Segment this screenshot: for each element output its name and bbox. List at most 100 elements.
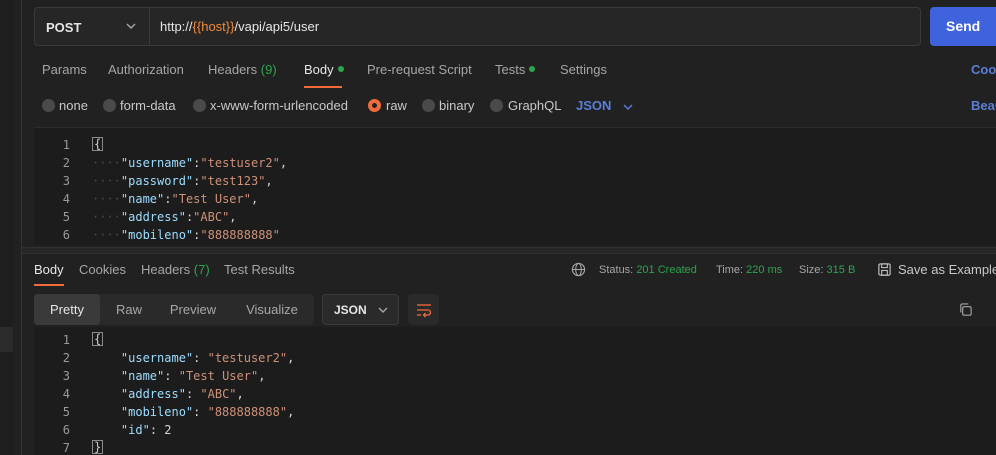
tab-settings[interactable]: Settings (560, 62, 607, 77)
chevron-down-icon[interactable] (622, 101, 634, 113)
code-line: "id": 2 (120, 423, 172, 437)
code-line: ····"mobileno":"888888888" (92, 228, 280, 242)
json-key: "username" (120, 156, 194, 170)
json-value: "testuser2" (200, 156, 280, 170)
time-value: 220 ms (746, 264, 783, 276)
line-number: 2 (62, 156, 70, 170)
url-input[interactable]: http://{{host}}/vapi/api5/user (150, 7, 921, 46)
code-line: { (92, 137, 104, 151)
left-sidebar-strip (0, 0, 13, 455)
json-key: "address" (120, 387, 186, 401)
response-format-select[interactable]: JSON (322, 294, 399, 325)
tab-headers-label: Headers (208, 62, 258, 77)
size-label: Size: (799, 264, 824, 276)
tab-body[interactable]: Body (304, 62, 344, 77)
code-line: ····"username":"testuser2", (92, 156, 288, 170)
code-line: } (92, 440, 104, 454)
sidebar-selection (0, 327, 13, 352)
json-key: "name" (120, 192, 165, 206)
code-line: ····"address":"ABC", (92, 210, 237, 224)
response-format-label: JSON (334, 303, 367, 317)
view-visualize-button[interactable]: Visualize (230, 294, 314, 325)
line-number: 3 (62, 369, 70, 383)
json-value: "ABC" (200, 387, 237, 401)
radio-raw[interactable] (368, 99, 381, 112)
code-line: "mobileno": "888888888", (120, 405, 295, 419)
url-text: http://{{host}}/vapi/api5/user (160, 19, 319, 34)
json-value: "testuser2" (207, 351, 288, 365)
response-tab-body[interactable]: Body (34, 262, 64, 277)
radio-graphql[interactable] (490, 99, 503, 112)
json-key: "name" (120, 369, 165, 383)
size-indicator[interactable]: Size: 315 B (799, 264, 855, 276)
request-body-editor[interactable]: 1 2 3 4 5 6 { ····"username":"testuser2"… (34, 127, 996, 245)
status-value: 201 Created (636, 264, 697, 276)
tab-prerequest-script[interactable]: Pre-request Script (367, 62, 472, 77)
tab-headers[interactable]: Headers (9) (208, 62, 277, 77)
radio-none-label[interactable]: none (59, 98, 88, 113)
tab-tests-label: Tests (495, 62, 526, 77)
radio-urlencoded-label[interactable]: x-www-form-urlencoded (210, 98, 348, 113)
radio-urlencoded[interactable] (193, 99, 206, 112)
json-value: 2 (164, 423, 172, 437)
time-indicator[interactable]: Time: 220 ms (716, 264, 782, 276)
url-prefix: http:// (160, 19, 193, 34)
save-as-example-button[interactable]: Save as Example (898, 262, 996, 277)
json-comma: , (258, 369, 266, 383)
globe-icon[interactable] (571, 262, 586, 277)
tab-params[interactable]: Params (42, 62, 87, 77)
line-number: 4 (62, 387, 70, 401)
cookies-link[interactable]: Cook (971, 62, 996, 77)
close-brace: } (92, 440, 104, 454)
resize-divider[interactable] (22, 247, 996, 254)
radio-form-data[interactable] (103, 99, 116, 112)
tab-body-label: Body (304, 62, 334, 77)
json-value: "888888888" (200, 228, 280, 242)
send-button[interactable]: Send (930, 7, 996, 46)
method-select[interactable]: POST (34, 7, 150, 46)
status-indicator[interactable]: Status: 201 Created (599, 264, 697, 276)
json-comma: , (287, 405, 295, 419)
line-number: 5 (62, 210, 70, 224)
radio-form-data-label[interactable]: form-data (120, 98, 176, 113)
raw-format-select[interactable]: JSON (576, 98, 611, 113)
code-line: ····"password":"test123", (92, 174, 273, 188)
response-tab-test-results[interactable]: Test Results (224, 262, 295, 277)
json-key: "mobileno" (120, 405, 194, 419)
tab-authorization[interactable]: Authorization (108, 62, 184, 77)
view-preview-button[interactable]: Preview (160, 294, 226, 325)
time-label: Time: (716, 264, 744, 276)
json-comma: , (279, 156, 288, 170)
send-label: Send (946, 18, 981, 34)
code-line: "username": "testuser2", (120, 351, 295, 365)
view-pretty-button[interactable]: Pretty (34, 294, 100, 325)
line-number-gutter: 1 2 3 4 5 6 (34, 128, 78, 245)
line-number: 6 (62, 228, 70, 242)
wrap-lines-button[interactable] (408, 294, 439, 325)
status-label: Status: (599, 264, 634, 276)
copy-icon[interactable] (958, 302, 973, 317)
url-suffix: /vapi/api5/user (234, 19, 320, 34)
json-comma: , (250, 192, 259, 206)
line-number-gutter: 1 2 3 4 5 6 7 (34, 327, 78, 455)
url-variable: {{host}} (192, 19, 235, 34)
line-number: 6 (62, 423, 70, 437)
beautify-link[interactable]: Beau (971, 98, 996, 113)
radio-raw-label[interactable]: raw (386, 98, 407, 113)
response-tab-cookies[interactable]: Cookies (79, 262, 126, 277)
response-body-viewer[interactable]: 1 2 3 4 5 6 7 { "username": "testuser2",… (34, 327, 996, 455)
wrap-lines-icon (417, 304, 432, 318)
json-comma: , (265, 174, 273, 188)
response-tab-headers-label: Headers (141, 262, 191, 277)
radio-none[interactable] (42, 99, 55, 112)
radio-binary[interactable] (422, 99, 435, 112)
response-tab-headers[interactable]: Headers (7) (141, 262, 210, 277)
view-raw-button[interactable]: Raw (104, 294, 154, 325)
radio-binary-label[interactable]: binary (439, 98, 474, 113)
tab-tests[interactable]: Tests (495, 62, 536, 77)
json-key: "username" (120, 351, 194, 365)
save-icon[interactable] (877, 262, 892, 277)
line-number: 1 (62, 333, 70, 347)
radio-graphql-label[interactable]: GraphQL (508, 98, 561, 113)
line-number: 5 (62, 405, 70, 419)
